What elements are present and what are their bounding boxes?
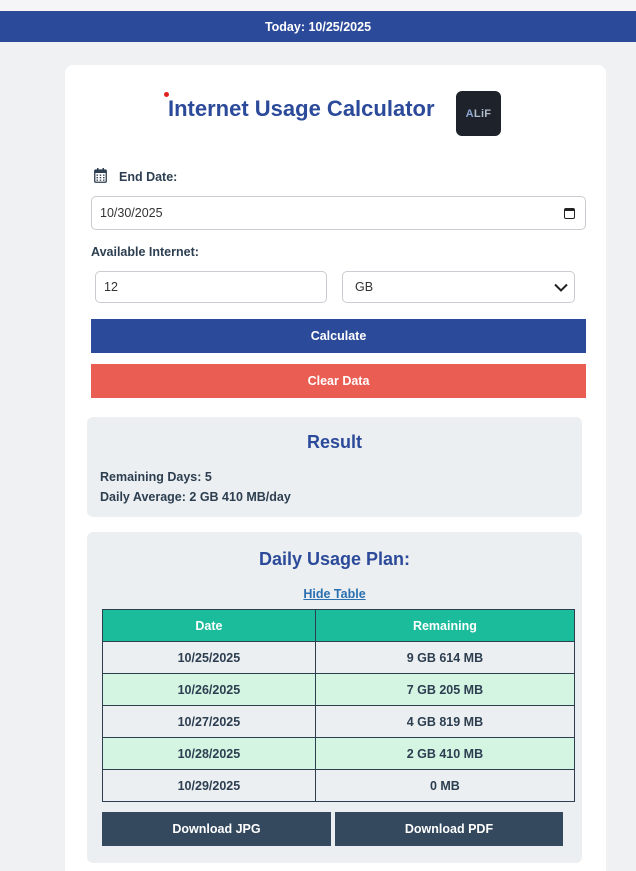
row-date: 10/25/2025 xyxy=(102,641,316,674)
row-date: 10/28/2025 xyxy=(102,737,316,770)
plan-title: Daily Usage Plan: xyxy=(258,549,411,569)
unit-select[interactable]: GB xyxy=(342,271,575,303)
date-banner: Today: 10/25/2025 xyxy=(0,11,636,42)
table-row: 10/27/2025 4 GB 819 MB xyxy=(102,705,576,738)
clear-data-button[interactable]: Clear Data xyxy=(91,364,586,398)
result-title: Result xyxy=(306,432,362,452)
usage-plan-panel: Daily Usage Plan: Hide Table Date Remain… xyxy=(87,532,582,863)
date-picker-icon[interactable] xyxy=(564,207,575,219)
calculator-card: Internet Usage Calculator A LiF End Date:… xyxy=(65,65,606,871)
amount-input[interactable]: 12 xyxy=(95,271,327,303)
column-header-date: Date xyxy=(102,609,316,642)
row-date: 10/27/2025 xyxy=(102,705,316,738)
download-jpg-button[interactable]: Download JPG xyxy=(102,812,331,846)
column-header-remaining: Remaining xyxy=(314,609,576,642)
download-pdf-button[interactable]: Download PDF xyxy=(335,812,563,846)
end-date-value: 10/30/2025 xyxy=(100,206,163,220)
hide-table-link[interactable]: Hide Table xyxy=(303,587,365,601)
today-text: Today: 10/25/2025 xyxy=(264,19,372,34)
table-row: 10/26/2025 7 GB 205 MB xyxy=(102,673,576,706)
table-row: 10/25/2025 9 GB 614 MB xyxy=(102,641,576,674)
usage-table: Date Remaining 10/25/2025 9 GB 614 MB 10… xyxy=(102,609,576,802)
row-remaining: 2 GB 410 MB xyxy=(314,737,576,770)
row-date: 10/29/2025 xyxy=(102,769,316,802)
calendar-icon xyxy=(94,168,107,183)
row-remaining: 4 GB 819 MB xyxy=(314,705,576,738)
available-internet-label: Available Internet: xyxy=(91,245,199,259)
table-row: 10/28/2025 2 GB 410 MB xyxy=(102,737,576,770)
row-date: 10/26/2025 xyxy=(102,673,316,706)
row-remaining: 9 GB 614 MB xyxy=(314,641,576,674)
chevron-down-icon xyxy=(554,283,568,292)
end-date-input[interactable]: 10/30/2025 xyxy=(91,196,586,230)
table-row: 10/29/2025 0 MB xyxy=(102,769,576,802)
top-strip xyxy=(0,0,636,11)
end-date-label: End Date: xyxy=(119,170,178,184)
row-remaining: 0 MB xyxy=(314,769,576,802)
result-panel: Result Remaining Days: 5 Daily Average: … xyxy=(87,417,582,517)
amount-value: 12 xyxy=(104,280,118,294)
calculate-button[interactable]: Calculate xyxy=(91,319,586,353)
logo: A LiF xyxy=(456,91,501,136)
daily-average: Daily Average: 2 GB 410 MB/day xyxy=(100,490,291,504)
remaining-days: Remaining Days: 5 xyxy=(100,470,212,484)
row-remaining: 7 GB 205 MB xyxy=(314,673,576,706)
page-title: Internet Usage Calculator xyxy=(168,96,435,121)
unit-value: GB xyxy=(355,280,374,294)
